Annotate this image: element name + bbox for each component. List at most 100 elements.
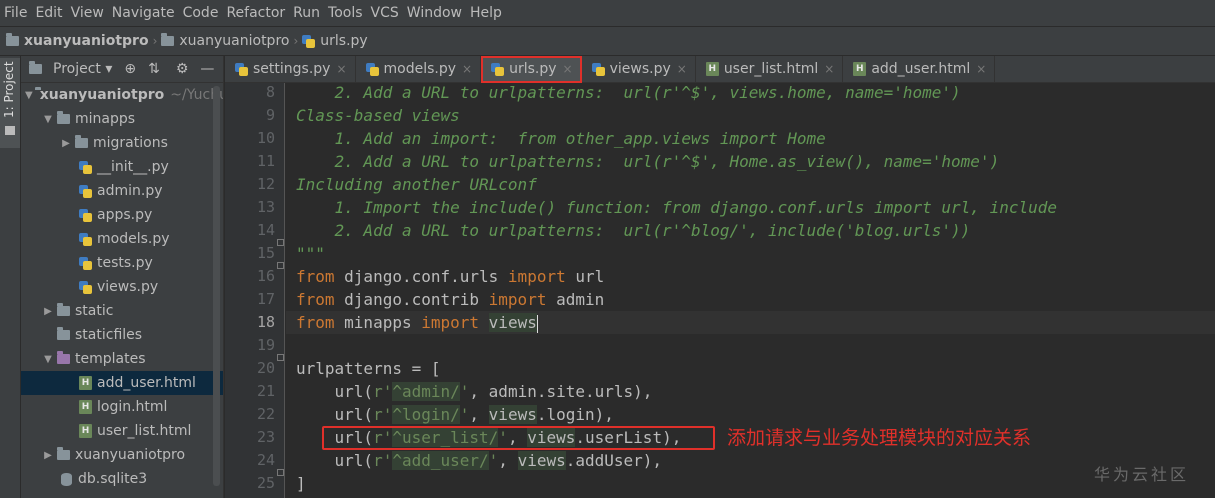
menu-run[interactable]: Run (293, 5, 320, 21)
menu-code[interactable]: Code (183, 5, 219, 21)
tree-item-minapps[interactable]: ▼ minapps (21, 107, 223, 131)
tab-views-py[interactable]: views.py × (582, 55, 696, 83)
keyword: import (421, 313, 480, 332)
regex-literal: ^add_user/ (392, 451, 489, 470)
chevron-right-icon[interactable]: ▶ (41, 306, 55, 317)
line-number: 21 (256, 382, 275, 400)
tab-user-list-html[interactable]: Huser_list.html × (696, 55, 844, 83)
gear-icon[interactable]: ⚙ (176, 61, 189, 77)
chevron-down-icon[interactable]: ▼ (41, 114, 55, 125)
code-text: url (565, 267, 605, 286)
tree-item-apps-py[interactable]: apps.py (21, 203, 223, 227)
string-literal: ' (488, 451, 499, 470)
keyword: from (296, 313, 335, 332)
fold-marker-icon[interactable] (277, 469, 284, 476)
line-number: 25 (256, 474, 275, 492)
watermark: 华为云社区 (1094, 465, 1190, 484)
breadcrumb-file[interactable]: urls.py (302, 33, 368, 49)
tree-item-xuanyuaniotpro[interactable]: ▶ xuanyuaniotpro (21, 443, 223, 467)
menu-tools[interactable]: Tools (328, 5, 363, 21)
tree-item-label: xuanyuaniotpro (75, 447, 186, 463)
tree-item-label: db.sqlite3 (78, 471, 148, 487)
chevron-right-icon: › (152, 34, 158, 48)
menu-bar: File Edit View Navigate Code Refactor Ru… (0, 0, 1215, 26)
tree-item-db-sqlite3[interactable]: db.sqlite3 (21, 467, 223, 491)
close-icon[interactable]: × (976, 62, 986, 76)
tree-item-static[interactable]: ▶ static (21, 299, 223, 323)
menu-vcs[interactable]: VCS (371, 5, 399, 21)
editor-gutter[interactable]: 8 9 10 11 12 13 14 15 16 17 18 19 20 21 … (225, 83, 285, 498)
tree-item-label: login.html (97, 399, 168, 415)
tree-item-tests-py[interactable]: tests.py (21, 251, 223, 275)
project-view-selector[interactable]: Project ▾ (53, 61, 112, 77)
collapse-all-icon[interactable]: ⇅ (148, 61, 160, 77)
menu-edit[interactable]: Edit (35, 5, 62, 21)
breadcrumb-label: xuanyuaniotpro (24, 33, 149, 49)
keyword: import (507, 267, 566, 286)
tree-item-migrations[interactable]: ▶ migrations (21, 131, 223, 155)
tree-item-admin-py[interactable]: admin.py (21, 179, 223, 203)
close-icon[interactable]: × (563, 62, 573, 76)
python-file-icon (79, 160, 92, 174)
html-file-icon: H (79, 424, 92, 438)
tree-item-views-py[interactable]: views.py (21, 275, 223, 299)
code-text: url( (296, 382, 374, 401)
text-caret (536, 314, 538, 333)
line-number: 13 (256, 198, 275, 216)
breadcrumb-project[interactable]: xuanyuaniotpro (6, 33, 149, 49)
code-text: .login), (536, 405, 614, 424)
python-file-icon (79, 208, 92, 222)
tree-item-login-html[interactable]: Hlogin.html (21, 395, 223, 419)
tree-item-user-list-html[interactable]: Huser_list.html (21, 419, 223, 443)
folder-icon (57, 447, 70, 460)
folder-icon (161, 33, 175, 46)
chevron-right-icon[interactable]: ▶ (41, 450, 55, 461)
chevron-down-icon[interactable]: ▼ (25, 90, 33, 101)
fold-marker-icon[interactable] (277, 239, 284, 246)
tree-item-models-py[interactable]: models.py (21, 227, 223, 251)
menu-refactor[interactable]: Refactor (226, 5, 285, 21)
project-scrollbar[interactable] (213, 86, 220, 486)
menu-window[interactable]: Window (407, 5, 462, 21)
menu-navigate[interactable]: Navigate (112, 5, 175, 21)
project-tool-window-button[interactable]: 1: Project (0, 58, 20, 148)
string-literal: r' (373, 451, 393, 470)
tab-urls-py[interactable]: urls.py × (481, 55, 582, 83)
string-literal: r' (373, 405, 393, 424)
close-icon[interactable]: × (462, 62, 472, 76)
menu-help[interactable]: Help (470, 5, 502, 21)
tree-item-label: apps.py (97, 207, 153, 223)
python-file-icon (365, 62, 379, 76)
close-icon[interactable]: × (677, 62, 687, 76)
tree-item-add-user-html[interactable]: Hadd_user.html (21, 371, 223, 395)
highlight-box (322, 426, 715, 450)
tree-item-root[interactable]: ▼ xuanyuaniotpro ~/Yuchu (21, 83, 223, 107)
menu-view[interactable]: View (71, 5, 104, 21)
fold-marker-icon[interactable] (277, 262, 284, 269)
line-number: 8 (265, 83, 275, 101)
tab-settings-py[interactable]: settings.py × (225, 55, 356, 83)
hide-icon[interactable]: — (200, 61, 214, 77)
tab-add-user-html[interactable]: Hadd_user.html × (843, 55, 996, 83)
chevron-right-icon[interactable]: ▶ (59, 138, 73, 149)
fold-marker-icon[interactable] (277, 354, 284, 361)
breadcrumb-package[interactable]: xuanyuaniotpro (161, 33, 289, 49)
tree-item-templates[interactable]: ▼ templates (21, 347, 223, 371)
tree-item-label: static (75, 303, 114, 319)
close-icon[interactable]: × (824, 62, 834, 76)
chevron-down-icon[interactable]: ▼ (41, 354, 55, 365)
tree-item-label: minapps (75, 111, 136, 127)
locate-icon[interactable]: ⊕ (124, 61, 136, 77)
code-line: Including another URLconf (296, 175, 537, 194)
keyword: from (296, 267, 335, 286)
line-number: 23 (256, 428, 275, 446)
tree-item-label: models.py (97, 231, 170, 247)
line-number: 14 (256, 221, 275, 239)
tab-models-py[interactable]: models.py × (356, 55, 482, 83)
tree-item-staticfiles[interactable]: staticfiles (21, 323, 223, 347)
menu-file[interactable]: File (4, 5, 27, 21)
tree-item-init-py[interactable]: __init__.py (21, 155, 223, 179)
close-icon[interactable]: × (336, 62, 346, 76)
html-file-icon: H (853, 62, 867, 76)
folder-icon (57, 303, 70, 316)
